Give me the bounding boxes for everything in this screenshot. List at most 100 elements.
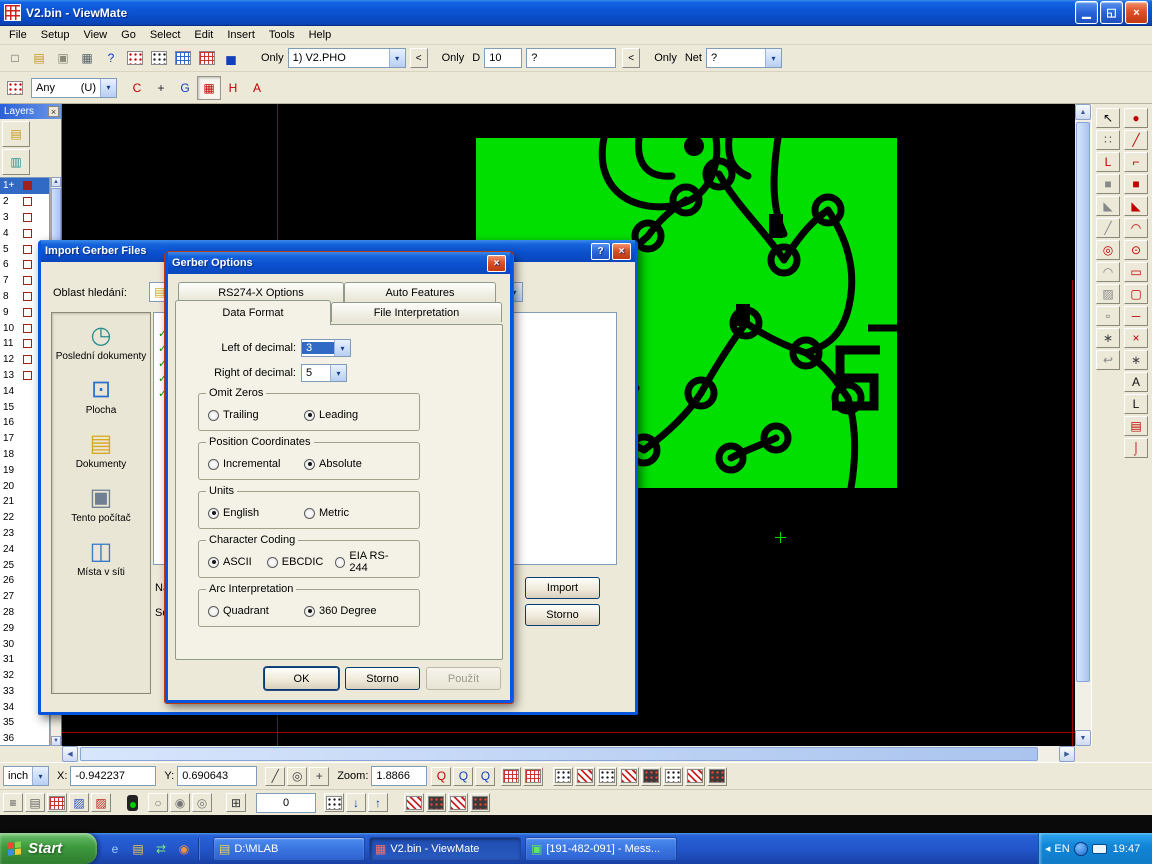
move-down-icon[interactable]: ↓ [346,793,366,812]
select-traces-icon[interactable] [426,793,446,812]
highlight-grid-icon[interactable] [195,46,219,70]
layers-scroll-up-icon[interactable]: ▲ [51,177,61,187]
layer-color-swatch[interactable] [23,260,32,269]
layer-color-swatch[interactable] [23,308,32,317]
layers-close-icon[interactable]: × [48,106,59,117]
snap-points-icon[interactable]: ∷ [1096,130,1120,150]
scroll-right-icon[interactable]: ▶ [1059,746,1075,762]
menu-item-select[interactable]: Select [143,27,188,43]
layer-color-swatch[interactable] [23,229,32,238]
place-documents[interactable]: ▤Dokumenty [52,421,150,475]
thin-line-tool-icon[interactable]: ─ [1124,306,1148,326]
menu-item-tools[interactable]: Tools [262,27,302,43]
radio-absolute[interactable]: Absolute [304,458,362,470]
left-of-decimal-combo[interactable]: 3 ▾ [301,339,351,357]
ok-button[interactable]: OK [264,667,339,690]
task-viewmate[interactable]: ▦V2.bin - ViewMate [369,837,521,861]
file-combo[interactable]: 1) V2.PHO ▾ [288,48,406,68]
h-tool-icon[interactable]: H [221,76,245,100]
zoom-field[interactable]: 1.8866 [371,766,427,786]
clear-selection-icon[interactable]: C [125,76,149,100]
tab-rs274x-options[interactable]: RS274-X Options [178,282,344,302]
radio-360-degree[interactable]: 360 Degree [304,605,377,617]
dotted-square-icon[interactable]: ▫ [1096,306,1120,326]
select-nets-icon[interactable] [470,793,490,812]
settings-gear-icon[interactable]: ∗ [1096,328,1120,348]
menu-item-view[interactable]: View [76,27,114,43]
radio-english[interactable]: English [208,507,294,519]
trace-segments-icon[interactable] [597,767,617,786]
select-pads-icon[interactable] [404,793,424,812]
zoom-out-icon[interactable]: Q [453,767,473,786]
net-combo[interactable]: ? ▾ [706,48,782,68]
polyline-tool-icon[interactable]: ⌐ [1124,152,1148,172]
keyboard-tray-icon[interactable] [1092,844,1107,854]
board-outline-icon[interactable] [663,767,683,786]
grid-fine-icon[interactable] [523,767,543,786]
radio-eia-rs-244[interactable]: EIA RS-244 [335,550,403,574]
close-button[interactable]: × [1125,1,1148,24]
layer-color-swatch[interactable] [23,197,32,206]
layer-view-all-button[interactable]: ▤ [2,121,30,147]
flash-tool-icon[interactable]: ∗ [1124,350,1148,370]
layers-scroll-thumb[interactable] [51,188,61,248]
file-combo-arrow-icon[interactable]: ▾ [389,49,405,67]
arc-tool-icon[interactable]: ◠ [1124,218,1148,238]
arc-view-icon[interactable]: ◠ [1096,262,1120,282]
menu-item-go[interactable]: Go [114,27,143,43]
filled-rect-tool-icon[interactable]: ■ [1124,174,1148,194]
layer-color-swatch[interactable] [23,339,32,348]
folder-search-icon[interactable]: ▤ [128,839,148,859]
place-recent-documents[interactable]: ◷Poslední dokumenty [52,313,150,367]
layer-row-2[interactable]: 2 [0,194,49,210]
save-icon[interactable]: ▣ [51,46,75,70]
polygon-tool-icon[interactable]: ◣ [1096,196,1120,216]
polygon-fill-icon[interactable] [619,767,639,786]
point-tool-icon[interactable]: ● [1124,108,1148,128]
dcode-filter-icon[interactable] [3,76,27,100]
layer-view-active-button[interactable]: ▥ [2,149,30,175]
sync-arrows-icon[interactable]: ⇄ [151,839,171,859]
slash-tool-icon[interactable]: ╱ [1096,218,1120,238]
only-net-label[interactable]: Only [654,52,677,64]
hatch-red-icon[interactable]: ▨ [91,793,111,812]
grid-red-icon[interactable] [501,767,521,786]
prev-file-button[interactable]: < [410,48,428,68]
menu-item-help[interactable]: Help [302,27,339,43]
goto-icon[interactable]: G [173,76,197,100]
scroll-left-icon[interactable]: ◀ [62,746,78,762]
open-file-icon[interactable]: ▤ [27,46,51,70]
radio-ebcdic[interactable]: EBCDIC [267,556,325,568]
film-view-icon[interactable]: ▤ [25,793,45,812]
crosshair-icon[interactable]: + [149,76,173,100]
aperture-report-icon[interactable] [147,46,171,70]
select-cursor-icon[interactable]: ↖ [1096,108,1120,128]
menu-item-file[interactable]: File [2,27,34,43]
aperture-combo-arrow-icon[interactable]: ▾ [100,79,116,97]
browser-icon[interactable]: ◉ [174,839,194,859]
unit-combo[interactable]: inch ▾ [3,766,49,786]
radio-leading[interactable]: Leading [304,409,358,421]
dcode-filter-field[interactable]: ? [526,48,616,68]
dcode-marks-icon[interactable] [685,767,705,786]
l-shape-tool-icon[interactable]: L [1124,394,1148,414]
menu-item-insert[interactable]: Insert [220,27,262,43]
only-file-label[interactable]: Only [261,52,284,64]
layer-color-swatch[interactable] [23,371,32,380]
context-help-icon[interactable]: ? [99,46,123,70]
import-button[interactable]: Import [525,577,600,599]
layer-color-swatch[interactable] [23,245,32,254]
radio-incremental[interactable]: Incremental [208,458,294,470]
y-coordinate-field[interactable]: 0.690643 [177,766,257,786]
right-of-decimal-combo[interactable]: 5 ▾ [301,364,347,382]
import-dialog-close-button[interactable]: × [612,243,631,260]
undo-hook-icon[interactable]: ↩ [1096,350,1120,370]
radio-ascii[interactable]: ASCII [208,556,257,568]
layers-panel-header[interactable]: Layers × [0,104,61,119]
only-dcode-label[interactable]: Only [442,52,465,64]
new-file-icon[interactable]: □ [3,46,27,70]
blink-layers-icon[interactable]: ≡ [3,793,23,812]
print-icon[interactable]: ▦ [75,46,99,70]
counter-field[interactable]: 0 [256,793,316,813]
aperture-type-combo[interactable]: Any (U) ▾ [31,78,117,98]
